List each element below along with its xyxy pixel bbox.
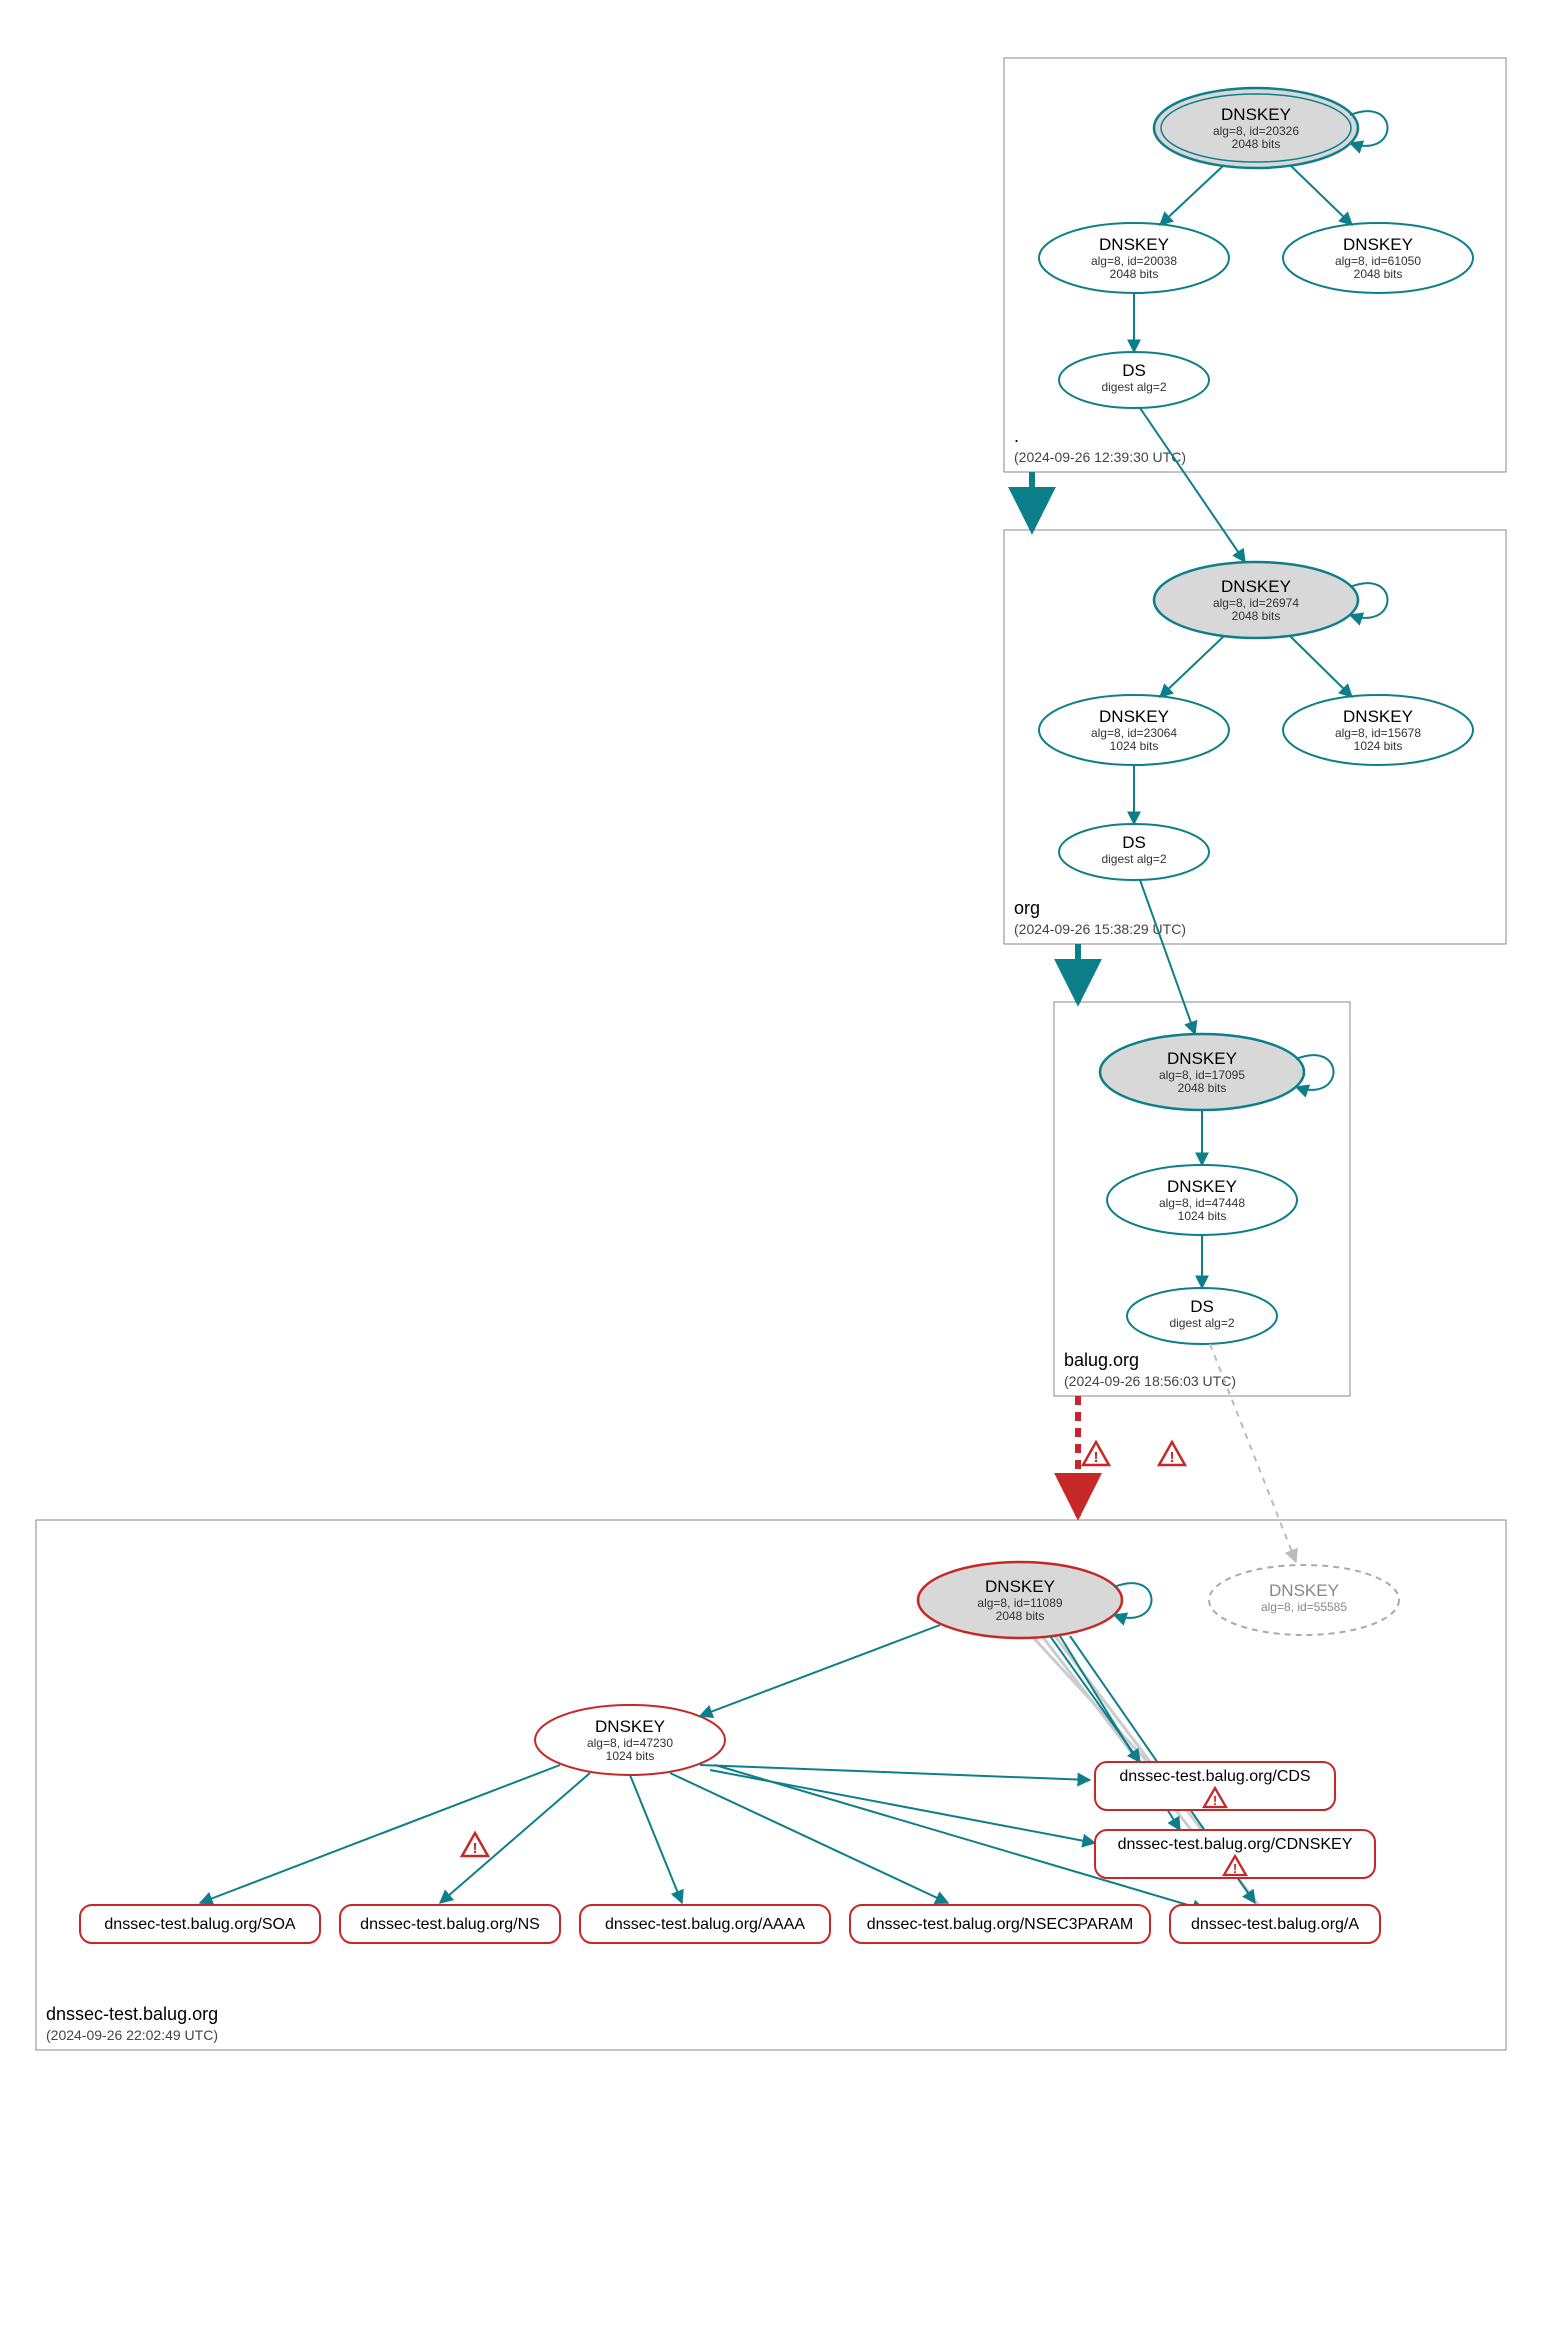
rrset-nsec3param[interactable]: dnssec-test.balug.org/NSEC3PARAM — [850, 1905, 1150, 1943]
svg-text:DNSKEY: DNSKEY — [1269, 1581, 1339, 1600]
svg-text:alg=8, id=26974: alg=8, id=26974 — [1213, 596, 1299, 610]
svg-text:DNSKEY: DNSKEY — [985, 1577, 1055, 1596]
svg-text:1024 bits: 1024 bits — [1110, 739, 1159, 753]
svg-text:alg=8, id=23064: alg=8, id=23064 — [1091, 726, 1177, 740]
warning-icon: ! — [1083, 1442, 1109, 1466]
svg-text:!: ! — [1170, 1449, 1175, 1466]
edge — [1140, 880, 1195, 1034]
svg-text:DNSKEY: DNSKEY — [1167, 1177, 1237, 1196]
edge — [440, 1773, 590, 1903]
rrset-a[interactable]: dnssec-test.balug.org/A — [1170, 1905, 1380, 1943]
svg-text:alg=8, id=20038: alg=8, id=20038 — [1091, 254, 1177, 268]
svg-text:dnssec-test.balug.org/NSEC3PAR: dnssec-test.balug.org/NSEC3PARAM — [867, 1916, 1133, 1933]
node-balug-ksk[interactable]: DNSKEY alg=8, id=17095 2048 bits — [1100, 1034, 1304, 1110]
zone-org-label: org — [1014, 898, 1040, 918]
svg-text:alg=8, id=17095: alg=8, id=17095 — [1159, 1068, 1245, 1082]
node-org-zsk1[interactable]: DNSKEY alg=8, id=23064 1024 bits — [1039, 695, 1229, 765]
zone-balug-label: balug.org — [1064, 1350, 1139, 1370]
svg-text:!: ! — [1094, 1449, 1099, 1466]
svg-text:alg=8, id=47230: alg=8, id=47230 — [587, 1736, 673, 1750]
node-root-zsk1[interactable]: DNSKEY alg=8, id=20038 2048 bits — [1039, 223, 1229, 293]
zone-dnssec-ts: (2024-09-26 22:02:49 UTC) — [46, 2027, 218, 2043]
svg-text:DNSKEY: DNSKEY — [1167, 1049, 1237, 1068]
svg-text:DNSKEY: DNSKEY — [595, 1717, 665, 1736]
svg-text:!: ! — [1213, 1793, 1217, 1808]
svg-text:digest alg=2: digest alg=2 — [1101, 380, 1166, 394]
svg-text:dnssec-test.balug.org/CDS: dnssec-test.balug.org/CDS — [1119, 1768, 1310, 1785]
svg-text:alg=8, id=47448: alg=8, id=47448 — [1159, 1196, 1245, 1210]
node-root-zsk2[interactable]: DNSKEY alg=8, id=61050 2048 bits — [1283, 223, 1473, 293]
node-org-ksk[interactable]: DNSKEY alg=8, id=26974 2048 bits — [1154, 562, 1358, 638]
svg-text:1024 bits: 1024 bits — [1178, 1209, 1227, 1223]
node-org-ds[interactable]: DS digest alg=2 — [1059, 824, 1209, 880]
edge — [1160, 165, 1224, 225]
zone-root-label: . — [1014, 426, 1019, 446]
zone-root-ts: (2024-09-26 12:39:30 UTC) — [1014, 449, 1186, 465]
svg-text:digest alg=2: digest alg=2 — [1169, 1316, 1234, 1330]
svg-text:dnssec-test.balug.org/A: dnssec-test.balug.org/A — [1191, 1916, 1359, 1933]
edge — [1140, 408, 1245, 562]
svg-text:!: ! — [1233, 1861, 1237, 1876]
edge — [630, 1775, 682, 1903]
edge — [1290, 165, 1352, 225]
svg-text:2048 bits: 2048 bits — [1110, 267, 1159, 281]
svg-text:2048 bits: 2048 bits — [1354, 267, 1403, 281]
rrset-cdnskey[interactable]: dnssec-test.balug.org/CDNSKEY ! — [1095, 1830, 1375, 1878]
rrset-ns[interactable]: dnssec-test.balug.org/NS — [340, 1905, 560, 1943]
node-root-ds[interactable]: DS digest alg=2 — [1059, 352, 1209, 408]
svg-text:2048 bits: 2048 bits — [996, 1609, 1045, 1623]
node-dt-zsk[interactable]: DNSKEY alg=8, id=47230 1024 bits — [535, 1705, 725, 1775]
svg-text:DS: DS — [1122, 833, 1146, 852]
svg-text:dnssec-test.balug.org/CDNSKEY: dnssec-test.balug.org/CDNSKEY — [1118, 1836, 1353, 1853]
svg-text:alg=8, id=61050: alg=8, id=61050 — [1335, 254, 1421, 268]
edge — [1290, 636, 1352, 697]
svg-text:alg=8, id=15678: alg=8, id=15678 — [1335, 726, 1421, 740]
node-balug-ds[interactable]: DS digest alg=2 — [1127, 1288, 1277, 1344]
svg-text:DS: DS — [1190, 1297, 1214, 1316]
node-org-zsk2[interactable]: DNSKEY alg=8, id=15678 1024 bits — [1283, 695, 1473, 765]
svg-text:2048 bits: 2048 bits — [1178, 1081, 1227, 1095]
svg-text:DS: DS — [1122, 361, 1146, 380]
node-dt-ksk[interactable]: DNSKEY alg=8, id=11089 2048 bits — [918, 1562, 1122, 1638]
svg-text:2048 bits: 2048 bits — [1232, 609, 1281, 623]
svg-text:DNSKEY: DNSKEY — [1099, 235, 1169, 254]
node-root-ksk[interactable]: DNSKEY alg=8, id=20326 2048 bits — [1154, 88, 1358, 168]
warning-icon: ! — [1159, 1442, 1185, 1466]
rrset-aaaa[interactable]: dnssec-test.balug.org/AAAA — [580, 1905, 830, 1943]
svg-text:DNSKEY: DNSKEY — [1099, 707, 1169, 726]
svg-text:!: ! — [473, 1840, 478, 1857]
zone-balug-ts: (2024-09-26 18:56:03 UTC) — [1064, 1373, 1236, 1389]
svg-text:alg=8, id=55585: alg=8, id=55585 — [1261, 1600, 1347, 1614]
svg-text:dnssec-test.balug.org/SOA: dnssec-test.balug.org/SOA — [104, 1916, 296, 1933]
svg-text:DNSKEY: DNSKEY — [1343, 235, 1413, 254]
svg-text:digest alg=2: digest alg=2 — [1101, 852, 1166, 866]
svg-text:DNSKEY: DNSKEY — [1343, 707, 1413, 726]
svg-text:DNSKEY: DNSKEY — [1221, 577, 1291, 596]
svg-text:alg=8, id=11089: alg=8, id=11089 — [977, 1596, 1063, 1610]
svg-text:1024 bits: 1024 bits — [1354, 739, 1403, 753]
edge — [700, 1625, 940, 1716]
svg-text:dnssec-test.balug.org/NS: dnssec-test.balug.org/NS — [360, 1916, 540, 1933]
svg-text:alg=8, id=20326: alg=8, id=20326 — [1213, 124, 1299, 138]
svg-text:DNSKEY: DNSKEY — [1221, 105, 1291, 124]
zone-dnssec-label: dnssec-test.balug.org — [46, 2004, 218, 2024]
edge — [200, 1765, 560, 1903]
rrset-cds[interactable]: dnssec-test.balug.org/CDS ! — [1095, 1762, 1335, 1810]
svg-text:1024 bits: 1024 bits — [606, 1749, 655, 1763]
svg-text:dnssec-test.balug.org/AAAA: dnssec-test.balug.org/AAAA — [605, 1916, 805, 1933]
svg-text:2048 bits: 2048 bits — [1232, 137, 1281, 151]
warning-icon: ! — [462, 1833, 488, 1857]
node-balug-zsk[interactable]: DNSKEY alg=8, id=47448 1024 bits — [1107, 1165, 1297, 1235]
edge — [1160, 636, 1224, 697]
rrset-soa[interactable]: dnssec-test.balug.org/SOA — [80, 1905, 320, 1943]
node-dt-missing[interactable]: DNSKEY alg=8, id=55585 — [1209, 1565, 1399, 1635]
